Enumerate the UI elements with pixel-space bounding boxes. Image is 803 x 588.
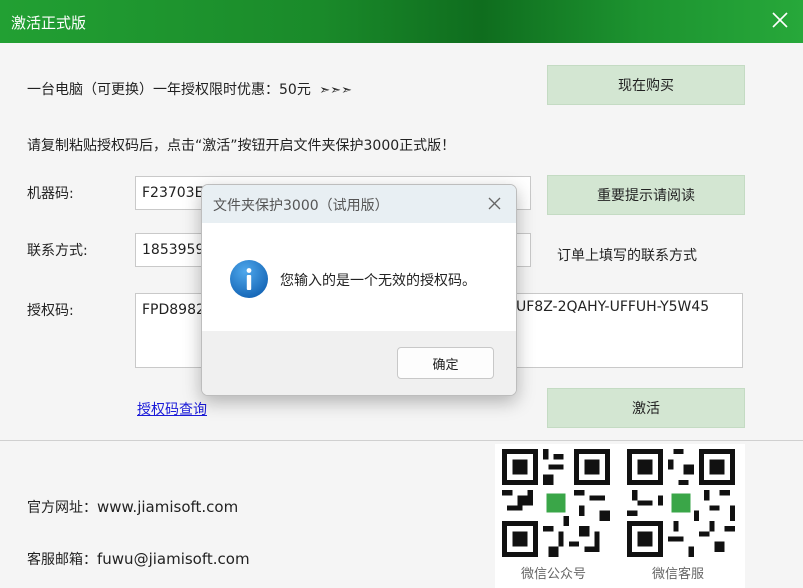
- buy-now-button[interactable]: 现在购买: [547, 65, 745, 105]
- offer-text: 一台电脑（可更换）一年授权限时优惠：50元 ➣➣➣: [27, 79, 352, 99]
- license-code-left: FPD8982: [142, 302, 205, 318]
- offer-price-text: 一台电脑（可更换）一年授权限时优惠：50元: [27, 82, 311, 98]
- website-label: 官方网址：: [27, 500, 97, 516]
- ok-button[interactable]: 确定: [397, 347, 494, 379]
- dialog-footer: 确定: [202, 331, 516, 395]
- dialog-body: 您输入的是一个无效的授权码。: [202, 223, 516, 331]
- email-address: fuwu@jiamisoft.com: [97, 550, 250, 568]
- title-bar: 激活正式版: [0, 0, 803, 43]
- info-icon: [230, 260, 268, 298]
- email-line: 客服邮箱：fuwu@jiamisoft.com: [27, 549, 250, 569]
- close-icon[interactable]: [771, 11, 789, 29]
- dialog-message: 您输入的是一个无效的授权码。: [280, 273, 476, 289]
- website-url: www.jiamisoft.com: [97, 498, 239, 516]
- message-dialog: 文件夹保护3000（试用版） 您输入的是一个无效的授权码。 确定: [201, 184, 517, 396]
- qr-panel: 微信公众号 微信客服: [495, 444, 745, 588]
- contact-label: 联系方式:: [27, 243, 88, 259]
- important-notice-button[interactable]: 重要提示请阅读: [547, 175, 745, 215]
- dialog-title-bar: 文件夹保护3000（试用版）: [202, 185, 516, 223]
- close-icon[interactable]: [487, 196, 502, 211]
- qr-caption-service: 微信客服: [652, 567, 705, 582]
- instruction-text: 请复制粘贴授权码后，点击“激活”按钮开启文件夹保护3000正式版！: [27, 138, 456, 154]
- email-label: 客服邮箱：: [27, 552, 97, 568]
- wechat-official-qr-icon: [502, 449, 610, 557]
- license-label: 授权码:: [27, 303, 74, 319]
- license-query-link[interactable]: 授权码查询: [137, 399, 207, 419]
- machine-code-label: 机器码:: [27, 186, 74, 202]
- website-line: 官方网址：www.jiamisoft.com: [27, 497, 238, 517]
- wechat-service-qr-icon: [627, 449, 735, 557]
- window-title: 激活正式版: [11, 14, 87, 32]
- arrows-icon: ➣➣➣: [319, 83, 352, 98]
- contact-hint: 订单上填写的联系方式: [557, 248, 697, 264]
- activate-button[interactable]: 激活: [547, 388, 745, 428]
- license-code-right: UF8Z-2QAHY-UFFUH-Y5W45: [516, 299, 710, 315]
- qr-caption-official: 微信公众号: [521, 567, 587, 582]
- dialog-title: 文件夹保护3000（试用版）: [213, 198, 389, 214]
